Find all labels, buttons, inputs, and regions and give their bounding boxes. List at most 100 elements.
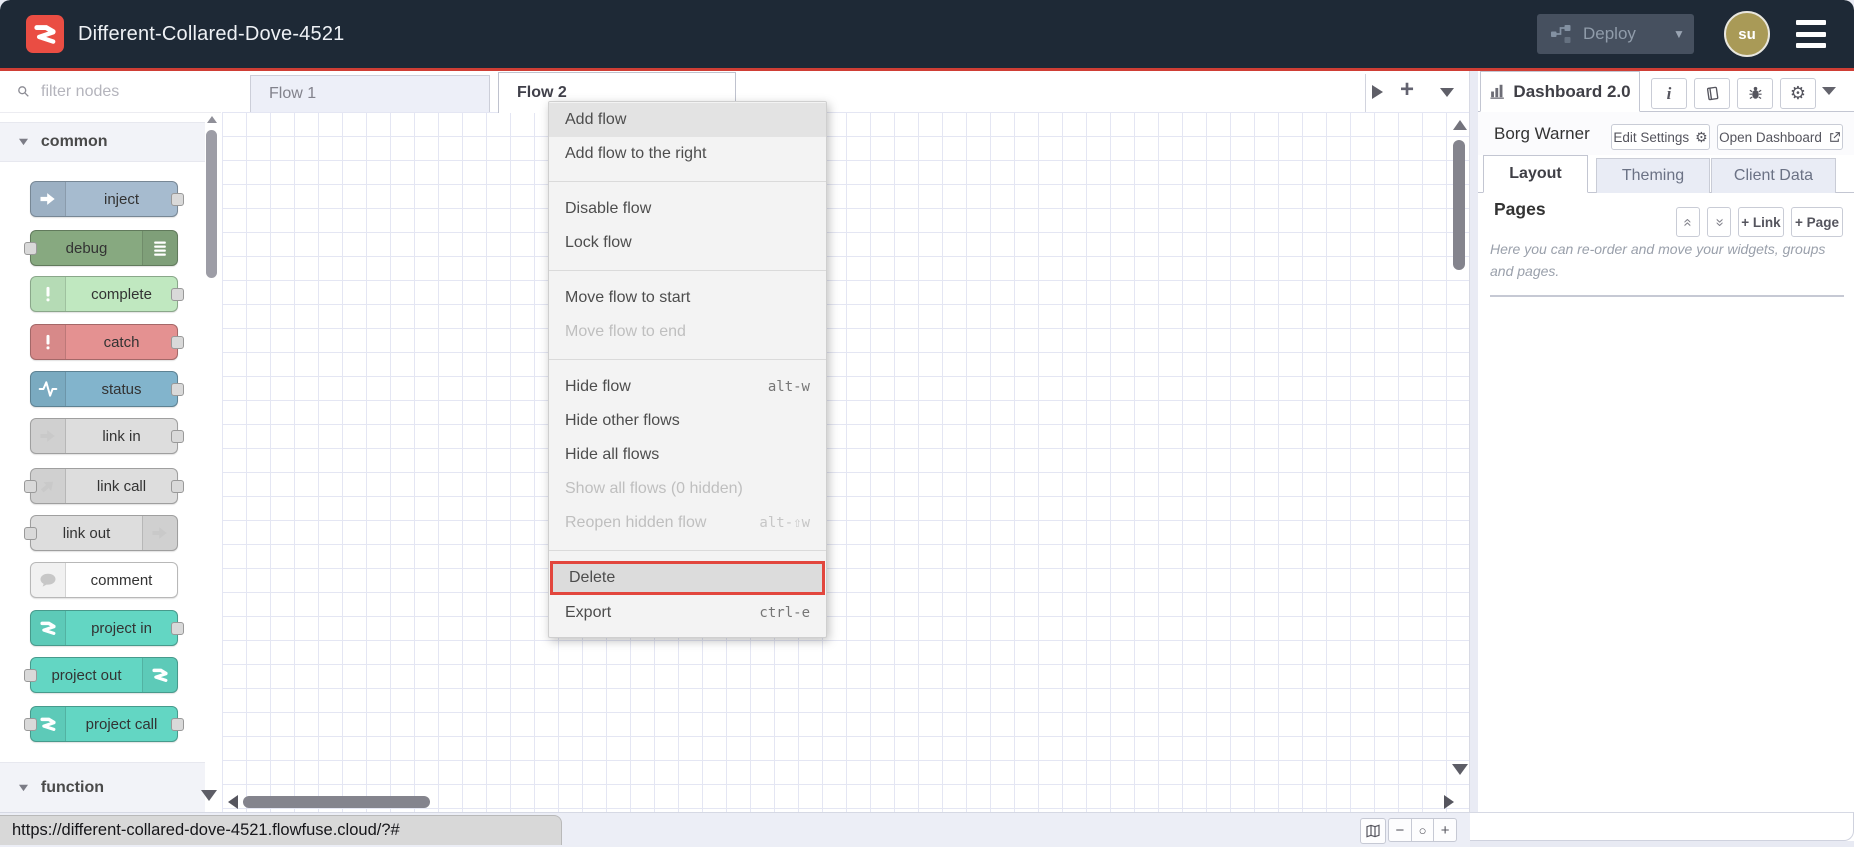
shortcut-label: ctrl-e — [759, 605, 810, 621]
menu-item-move-flow-end: Move flow to end — [565, 323, 686, 340]
palette-scroll-up-icon[interactable] — [207, 116, 217, 123]
add-page-button[interactable]: + Page — [1791, 207, 1843, 237]
flow-list-caret-icon[interactable] — [1440, 88, 1454, 97]
menu-item-hide-all-flows[interactable]: Hide all flows — [549, 438, 826, 472]
edit-settings-button[interactable]: Edit Settings ⚙ — [1611, 124, 1710, 150]
config-nodes-button[interactable]: ⚙ — [1780, 78, 1816, 109]
dashboard-name: Borg Warner — [1494, 123, 1590, 143]
menu-item-show-all-flows: Show all flows (0 hidden) — [565, 480, 743, 497]
chevron-down-icon: ▼ — [15, 136, 32, 148]
output-port — [171, 622, 184, 635]
canvas-vertical-scrollbar-thumb[interactable] — [1453, 140, 1465, 270]
help-docs-button[interactable] — [1694, 78, 1730, 109]
tab-scroll-right-icon[interactable] — [1372, 85, 1383, 99]
palette-filter — [0, 71, 221, 113]
exclamation-icon — [31, 325, 66, 359]
zoom-out-button[interactable]: − — [1389, 819, 1411, 841]
menu-item-delete-flow[interactable]: Delete — [550, 561, 825, 595]
add-link-button[interactable]: + Link — [1738, 207, 1784, 237]
canvas-horizontal-scrollbar-thumb[interactable] — [243, 796, 430, 808]
palette-node-link-in[interactable]: link in — [30, 418, 184, 454]
tab-dashboard-2[interactable]: Dashboard 2.0 — [1480, 71, 1640, 112]
zoom-in-button[interactable]: + — [1433, 819, 1456, 841]
palette-node-project-in[interactable]: project in — [30, 610, 184, 646]
project-icon — [31, 611, 66, 645]
user-avatar[interactable]: su — [1724, 11, 1770, 57]
palette-node-debug[interactable]: debug — [24, 230, 178, 266]
tab-client-data[interactable]: Client Data — [1711, 158, 1836, 193]
input-port — [24, 480, 37, 493]
node-palette: ▼ common inject debug complete catch sta… — [0, 71, 223, 813]
double-chevron-up-icon: « — [1679, 217, 1697, 227]
debug-sidebar-button[interactable] — [1737, 78, 1773, 109]
canvas-scroll-up-icon[interactable] — [1453, 120, 1467, 130]
palette-category-common[interactable]: ▼ common — [0, 122, 205, 162]
palette-node-status[interactable]: status — [30, 371, 184, 407]
palette-scrollbar-thumb[interactable] — [206, 130, 217, 278]
palette-node-comment[interactable]: comment — [30, 562, 178, 598]
menu-item-reopen-hidden-flow: Reopen hidden flow alt-⇧w — [549, 506, 826, 540]
palette-category-function[interactable]: ▼ function — [0, 762, 205, 813]
menu-item-disable-flow[interactable]: Disable flow — [549, 192, 826, 226]
gear-icon: ⚙ — [1789, 83, 1807, 103]
menu-item-hide-other-flows[interactable]: Hide other flows — [549, 404, 826, 438]
node-red-editor: Different-Collared-Dove-4521 Deploy ▼ su… — [0, 0, 1854, 847]
right-sidebar: Dashboard 2.0 i ⚙ Borg Warner Edit Setti… — [1478, 71, 1854, 812]
canvas-scroll-down-icon[interactable] — [1452, 764, 1468, 775]
gear-icon: ⚙ — [1695, 128, 1708, 145]
tab-theming[interactable]: Theming — [1596, 158, 1710, 193]
menu-item-add-flow-right[interactable]: Add flow to the right — [549, 137, 826, 171]
pulse-icon — [31, 372, 66, 406]
menu-separator — [549, 359, 826, 360]
tab-bar-separator — [1365, 74, 1366, 112]
info-sidebar-button[interactable]: i — [1651, 78, 1687, 109]
shortcut-label: alt-⇧w — [759, 515, 810, 531]
menu-item-hide-flow[interactable]: Hide flow alt-w — [549, 370, 826, 404]
deploy-button[interactable]: Deploy ▼ — [1537, 14, 1694, 54]
navigator-toggle-button[interactable] — [1360, 818, 1386, 844]
pages-section-title: Pages — [1494, 199, 1546, 219]
palette-node-project-call[interactable]: project call — [24, 706, 184, 742]
palette-node-link-out[interactable]: link out — [24, 515, 178, 551]
input-port — [24, 527, 37, 540]
input-port — [24, 669, 37, 682]
deploy-icon — [1549, 22, 1573, 46]
main-menu-button[interactable] — [1796, 20, 1826, 48]
palette-node-link-call[interactable]: link call — [24, 468, 184, 504]
open-dashboard-button[interactable]: Open Dashboard — [1717, 124, 1843, 150]
tab-layout[interactable]: Layout — [1483, 155, 1588, 193]
palette-node-inject[interactable]: inject — [30, 181, 184, 217]
sidebar-menu-caret-icon[interactable] — [1822, 87, 1836, 95]
arrow-in-icon — [31, 182, 66, 216]
collapse-all-button[interactable]: « — [1676, 207, 1700, 237]
menu-separator — [549, 270, 826, 271]
add-flow-button[interactable]: + — [1400, 76, 1414, 104]
canvas-scroll-left-icon[interactable] — [228, 795, 238, 809]
book-icon — [1704, 85, 1721, 102]
menu-item-lock-flow[interactable]: Lock flow — [549, 226, 826, 260]
map-icon — [1365, 823, 1381, 839]
menu-item-move-flow-start[interactable]: Move flow to start — [549, 281, 826, 315]
workspace-tab-bar: Flow 1 Flow 2 + — [222, 71, 1470, 113]
menu-item-export[interactable]: Export ctrl-e — [549, 596, 826, 630]
menu-separator — [549, 550, 826, 551]
flow-context-menu: Add flow Add flow to the right Disable f… — [548, 101, 827, 638]
palette-node-complete[interactable]: complete — [30, 276, 184, 312]
zoom-reset-button[interactable]: ○ — [1410, 819, 1434, 841]
browser-status-tooltip: https://different-collared-dove-4521.flo… — [0, 815, 562, 845]
output-port — [171, 336, 184, 349]
palette-node-catch[interactable]: catch — [30, 324, 184, 360]
palette-scroll-down-icon[interactable] — [201, 790, 217, 801]
canvas-scroll-right-icon[interactable] — [1444, 795, 1454, 809]
menu-separator — [549, 181, 826, 182]
output-port — [171, 383, 184, 396]
palette-node-project-out[interactable]: project out — [24, 657, 178, 693]
expand-all-button[interactable]: « — [1707, 207, 1731, 237]
external-link-icon — [1828, 131, 1841, 144]
flow-canvas[interactable] — [222, 112, 1470, 812]
menu-item-add-flow[interactable]: Add flow — [549, 103, 826, 137]
comment-bubble-icon — [31, 563, 66, 597]
tab-flow-1[interactable]: Flow 1 — [250, 75, 490, 112]
palette-filter-input[interactable] — [39, 81, 221, 102]
deploy-options-caret-icon[interactable]: ▼ — [1664, 27, 1694, 41]
